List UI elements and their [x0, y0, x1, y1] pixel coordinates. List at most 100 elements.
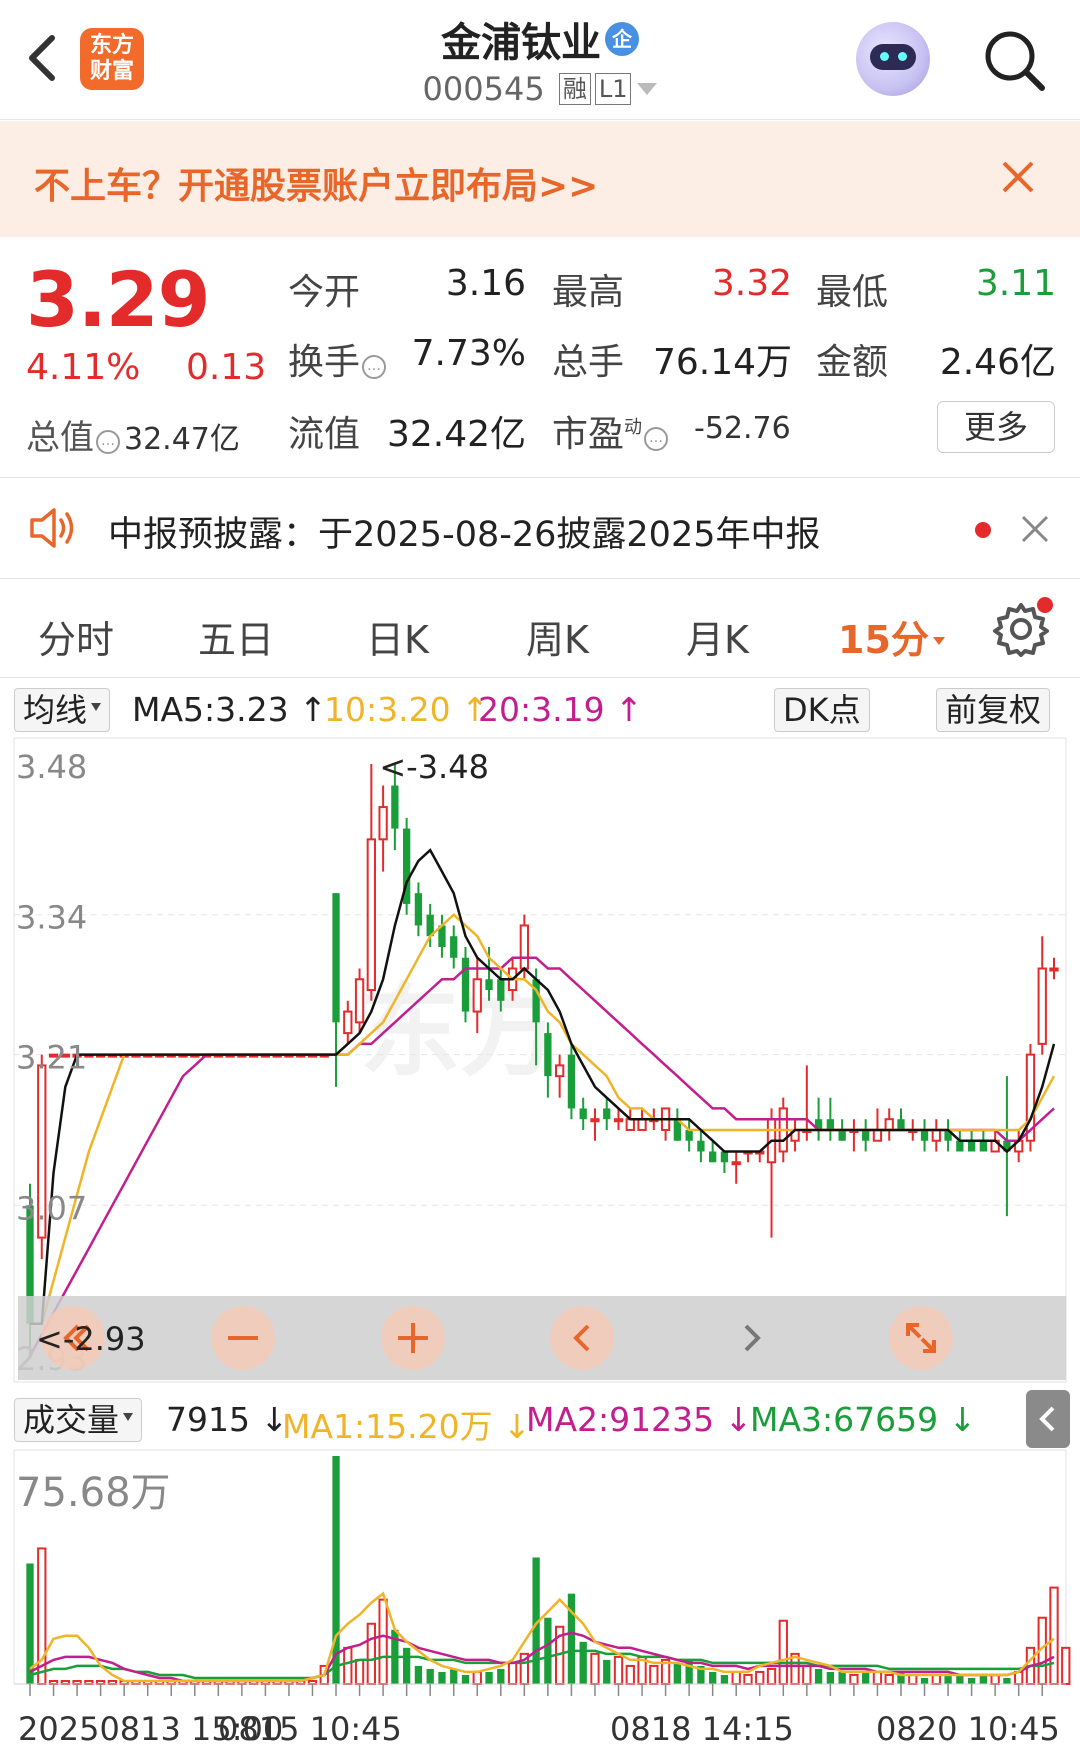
- tab-five-day[interactable]: 五日: [198, 609, 274, 664]
- fullscreen-icon[interactable]: [889, 1306, 953, 1370]
- candle: [37, 1054, 47, 1260]
- y-tick-label: 3.34: [16, 899, 87, 937]
- dropdown-triangle-icon[interactable]: [637, 83, 658, 95]
- volume-bar: [625, 1664, 635, 1685]
- volume-bar: [838, 1671, 846, 1684]
- speaker-icon: [30, 508, 74, 548]
- promo-banner[interactable]: 不上车？开通股票账户立即布局>>: [0, 121, 1080, 237]
- dropdown-triangle-icon: [91, 703, 102, 711]
- zoom-in-icon[interactable]: [381, 1306, 445, 1370]
- top-bar: 东方 财富 金浦钛业企 000545 融 L1: [0, 0, 1080, 120]
- volume-bar: [872, 1670, 883, 1686]
- notice-text[interactable]: 中报预披露：于2025-08-26披露2025年中报: [108, 506, 820, 557]
- tab-weekly-k[interactable]: 周K: [526, 609, 589, 664]
- settings-gear-icon[interactable]: [993, 597, 1053, 657]
- notice-close-icon[interactable]: [1020, 514, 1050, 544]
- volume-chart[interactable]: 75.68万20250813 15:000815 10:45 0818 14:15…: [0, 1448, 1080, 1762]
- pe-label: 市盈动…: [552, 405, 669, 457]
- dropdown-triangle-icon: [123, 1413, 134, 1421]
- candle: [567, 1043, 576, 1120]
- volume-bar: [1003, 1677, 1011, 1684]
- unread-dot: [975, 522, 991, 538]
- margin-tag: 融: [558, 73, 591, 105]
- report-notice[interactable]: 中报预披露：于2025-08-26披露2025年中报: [0, 478, 1080, 578]
- volume-bar: [944, 1674, 952, 1684]
- search-icon[interactable]: [980, 26, 1050, 96]
- low-value: 3.11: [975, 263, 1056, 304]
- volume-bar: [778, 1619, 788, 1685]
- volume-bar: [603, 1659, 611, 1684]
- stock-code: 000545: [422, 70, 545, 108]
- volume-bar: [720, 1674, 729, 1684]
- float-label: 流值: [288, 414, 361, 455]
- volume-bar: [507, 1661, 518, 1686]
- candle: [1025, 1043, 1036, 1152]
- y-tick-label: 3.48: [16, 748, 87, 786]
- volume-legend-row: 成交量 7915 ↓ MA1:15.20万 ↓ MA2:91235 ↓ MA3:…: [0, 1390, 1080, 1446]
- watermark-text: 东方: [360, 973, 560, 1090]
- volume-max-label: 75.68万: [16, 1470, 171, 1516]
- scroll-left-icon[interactable]: [550, 1306, 614, 1370]
- volume-bar: [826, 1671, 835, 1684]
- stock-name: 金浦钛业: [441, 20, 601, 66]
- volume-bar: [332, 1456, 340, 1684]
- volume-ma1: MA1:15.20万 ↓: [282, 1407, 531, 1446]
- open-label: 今开: [288, 272, 361, 313]
- volume-bar: [1049, 1586, 1059, 1686]
- scroll-right-icon[interactable]: [720, 1306, 784, 1370]
- volume-bar: [908, 1673, 918, 1685]
- float-value: 32.42亿: [386, 414, 526, 455]
- volume-bar: [426, 1668, 434, 1684]
- volume-bar: [920, 1677, 929, 1684]
- change-percent: 4.11%: [26, 347, 141, 388]
- volume-bar: [354, 1658, 365, 1685]
- banner-close-icon[interactable]: [1000, 159, 1036, 195]
- notification-dot: [1037, 597, 1053, 613]
- candlestick-chart[interactable]: 东方 3.483.343.213.072.93 <-3.48<-2.93: [0, 736, 1080, 1386]
- volume-bar: [414, 1665, 423, 1684]
- candle: [402, 817, 411, 915]
- collapse-panel-button[interactable]: [1026, 1390, 1070, 1448]
- caret-down-icon: [932, 637, 945, 645]
- volume-bar: [366, 1622, 376, 1686]
- info-icon[interactable]: …: [96, 430, 120, 454]
- ma-legend-row: 均线 MA5:3.23 ↑ 10:3.20 ↑ 20:3.19 ↑ DK点 前复…: [0, 680, 1080, 736]
- info-icon[interactable]: …: [644, 427, 669, 451]
- zoom-out-icon[interactable]: [211, 1306, 275, 1370]
- volume-value: 76.14万: [652, 342, 792, 383]
- ma10-value: 10:3.20 ↑: [324, 690, 489, 729]
- tab-15min[interactable]: 15分: [838, 609, 945, 664]
- volume-bar: [579, 1641, 587, 1684]
- period-tabs: 分时 五日 日K 周K 月K 15分: [0, 578, 1080, 678]
- volume-bar: [849, 1673, 859, 1685]
- volume-bar: [931, 1673, 941, 1685]
- high-label: 最高: [552, 272, 625, 313]
- info-icon[interactable]: …: [362, 355, 387, 379]
- ai-assistant-robot-icon[interactable]: [856, 22, 930, 96]
- promo-banner-text[interactable]: 不上车？开通股票账户立即布局>>: [34, 157, 598, 209]
- forward-adjust-button[interactable]: 前复权: [936, 688, 1051, 732]
- volume-bar: [967, 1677, 976, 1684]
- volume-bar: [884, 1673, 894, 1685]
- volume-label: 总手: [552, 342, 625, 383]
- volume-bar: [743, 1673, 753, 1685]
- volume-bar: [979, 1674, 988, 1684]
- turnover-label: 换手…: [288, 333, 387, 385]
- pe-value: -52.76: [694, 411, 791, 446]
- volume-bar: [590, 1652, 600, 1686]
- volume-bar: [450, 1668, 458, 1684]
- tab-monthly-k[interactable]: 月K: [686, 609, 749, 664]
- dk-point-button[interactable]: DK点: [774, 688, 870, 732]
- volume-bar: [343, 1646, 353, 1685]
- volume-bar: [802, 1664, 812, 1685]
- volume-bar: [472, 1670, 482, 1686]
- volume-bar: [709, 1671, 717, 1684]
- tab-daily-k[interactable]: 日K: [366, 609, 429, 664]
- volume-bar: [814, 1668, 823, 1684]
- volume-bar: [378, 1598, 388, 1685]
- indicator-selector[interactable]: 均线: [14, 688, 111, 732]
- more-button[interactable]: 更多: [937, 401, 1055, 453]
- x-tick-label: 0820 10:45: [876, 1710, 1060, 1748]
- volume-selector[interactable]: 成交量: [14, 1398, 143, 1442]
- tab-intraday[interactable]: 分时: [38, 609, 114, 664]
